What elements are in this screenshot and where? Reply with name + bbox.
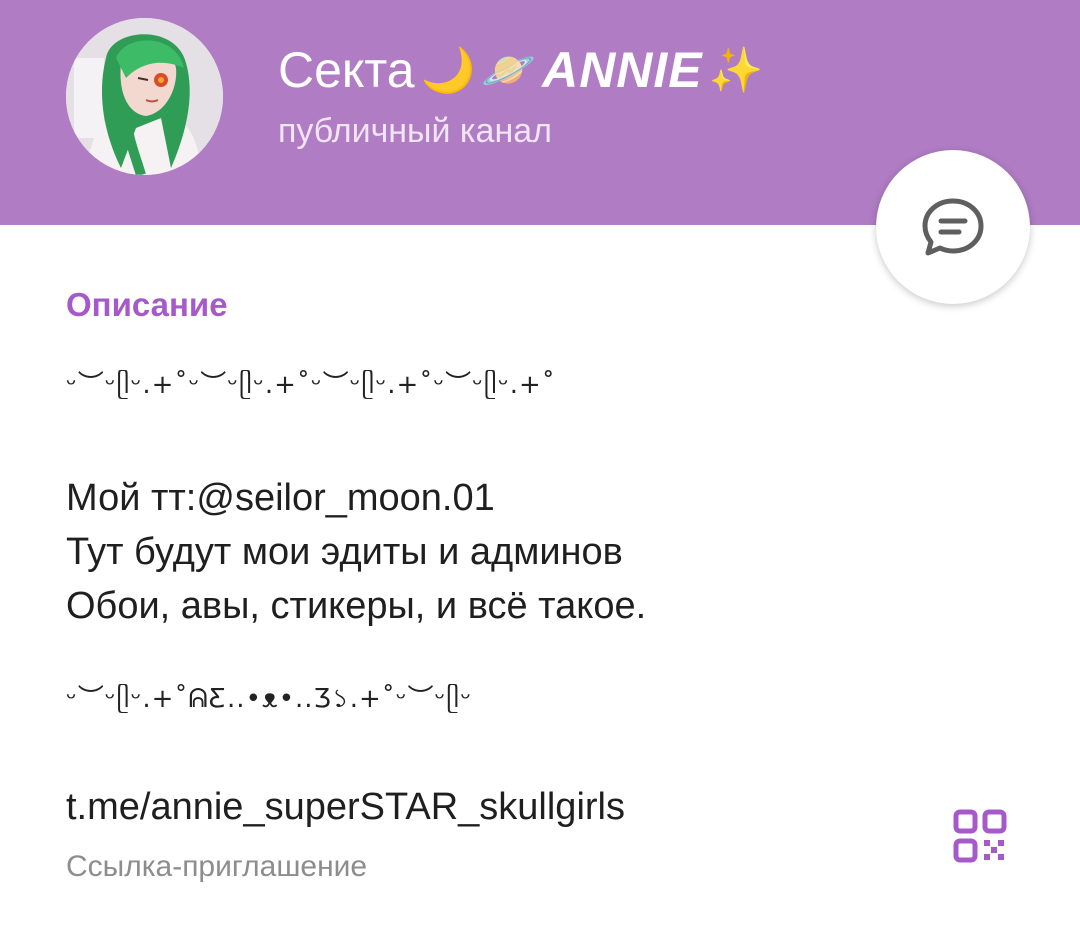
invite-link[interactable]: t.me/annie_superSTAR_skullgirls [66, 786, 625, 829]
planet-icon: 🪐 [481, 45, 537, 96]
qr-code-button[interactable] [950, 806, 1010, 866]
channel-title: Секта 🌙 🪐 ANNIE ✨ [278, 40, 763, 100]
chat-bubble-icon [922, 198, 984, 256]
sparkles-icon: ✨ [708, 45, 764, 96]
title-name: ANNIE [542, 42, 703, 98]
description-line-2: Тут будут мои эдиты и админов [66, 531, 623, 573]
invite-link-label: Ссылка-приглашение [66, 850, 368, 883]
description-deco-bottom: ᵕ︶ᵕᥫᵕ.+˚ᕱƸ..•ᴥ•..Ʒ১.+˚ᵕ︶ᵕᥫᵕ [66, 684, 473, 714]
description-heading: Описание [66, 286, 228, 323]
open-discussion-button[interactable] [876, 150, 1030, 304]
avatar-image [66, 18, 223, 175]
description-deco-top: ᵕ︶ᵕᥫᵕ.+˚ᵕ︶ᵕᥫᵕ.+˚ᵕ︶ᵕᥫᵕ.+˚ᵕ︶ᵕᥫᵕ.+˚ [66, 370, 556, 400]
description-line-3: Обои, авы, стикеры, и всё такое. [66, 585, 647, 627]
moon-icon: 🌙 [420, 45, 476, 96]
qr-code-icon [953, 809, 1007, 863]
channel-avatar[interactable] [66, 18, 223, 175]
description-line-1[interactable]: Мой тт:@seilor_moon.01 [66, 477, 495, 520]
channel-subtitle: публичный канал [278, 112, 552, 150]
title-prefix: Секта [278, 42, 415, 98]
